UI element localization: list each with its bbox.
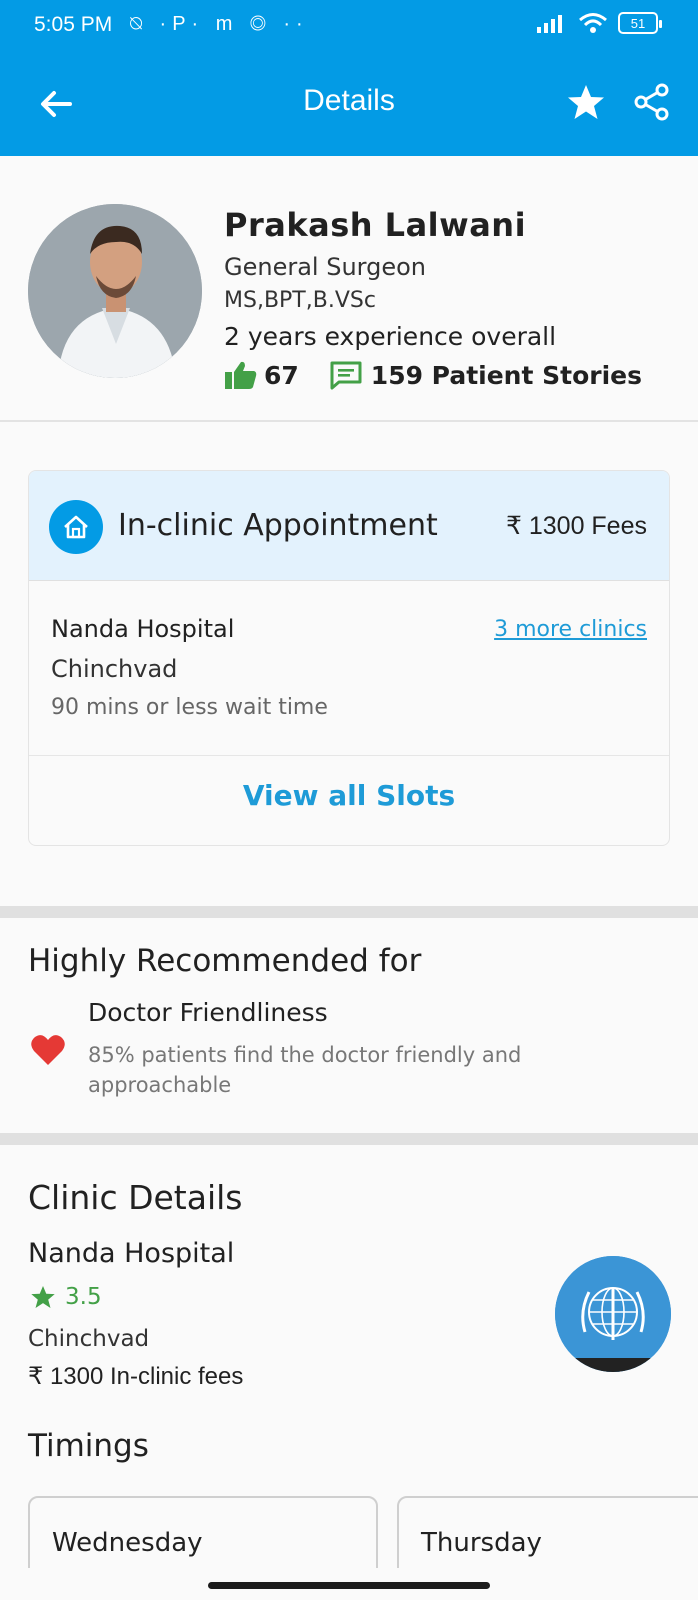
battery-icon: 51 bbox=[618, 12, 662, 34]
appointment-fee: ₹ 1300 Fees bbox=[506, 512, 647, 540]
wait-time: 90 mins or less wait time bbox=[51, 695, 328, 720]
appointment-clinic-name: Nanda Hospital bbox=[51, 615, 235, 643]
doctor-specialty: General Surgeon bbox=[224, 253, 426, 281]
clinic-details-title: Clinic Details bbox=[28, 1178, 243, 1217]
rating-star-icon bbox=[31, 1285, 55, 1309]
clinic-name: Nanda Hospital bbox=[28, 1238, 235, 1269]
appointment-card: In-clinic Appointment ₹ 1300 Fees Nanda … bbox=[28, 470, 670, 846]
view-all-slots-button[interactable]: View all Slots bbox=[29, 779, 669, 812]
recommended-title: Highly Recommended for bbox=[28, 943, 422, 979]
timing-day-label: Thursday bbox=[421, 1528, 542, 1558]
clinic-rating-value: 3.5 bbox=[65, 1284, 102, 1310]
section-divider bbox=[0, 1133, 698, 1145]
appointment-header: In-clinic Appointment ₹ 1300 Fees bbox=[29, 471, 669, 581]
patient-stories[interactable]: 159 Patient Stories bbox=[371, 361, 642, 390]
status-bar: 5:05 PM ⍉ ·P· m ◎ ·· 51 bbox=[0, 0, 698, 52]
doctor-avatar bbox=[28, 204, 202, 378]
comment-icon bbox=[330, 361, 362, 390]
timing-day-label: Wednesday bbox=[52, 1528, 203, 1558]
battery-level: 51 bbox=[630, 15, 646, 31]
system-nav-bar bbox=[0, 1568, 698, 1600]
heart-icon bbox=[31, 1035, 65, 1065]
wifi-icon bbox=[579, 13, 607, 33]
clinic-fees: ₹ 1300 In-clinic fees bbox=[28, 1363, 244, 1390]
notification-icons: ⍉ ·P· m ◎ ·· bbox=[130, 13, 309, 35]
doctor-profile: Prakash Lalwani General Surgeon MS,BPT,B… bbox=[0, 156, 698, 422]
app-bar: Details bbox=[0, 52, 698, 156]
recommended-item-description: 85% patients find the doctor friendly an… bbox=[88, 1043, 522, 1097]
more-clinics-link[interactable]: 3 more clinics bbox=[494, 617, 647, 642]
slots-divider bbox=[29, 755, 669, 756]
appointment-type: In-clinic Appointment bbox=[118, 508, 438, 543]
doctor-name: Prakash Lalwani bbox=[224, 206, 527, 244]
signal-icon bbox=[537, 15, 562, 33]
clinic-rating: 3.5 bbox=[30, 1284, 102, 1310]
doctor-stats: 67 159 Patient Stories bbox=[224, 360, 642, 390]
home-gesture-handle[interactable] bbox=[208, 1582, 490, 1589]
favorite-star-icon[interactable] bbox=[566, 82, 606, 122]
section-divider bbox=[0, 906, 698, 918]
recommended-item-title: Doctor Friendliness bbox=[88, 998, 328, 1027]
timings-title: Timings bbox=[28, 1428, 149, 1464]
doctor-qualifications: MS,BPT,B.VSc bbox=[224, 288, 376, 313]
doctor-experience: 2 years experience overall bbox=[224, 322, 557, 351]
clinic-area: Chinchvad bbox=[28, 1326, 150, 1352]
status-right: 51 bbox=[536, 12, 662, 34]
likes-count: 67 bbox=[264, 360, 299, 390]
share-icon[interactable] bbox=[632, 82, 672, 122]
status-time: 5:05 PM bbox=[34, 13, 113, 36]
home-icon bbox=[49, 500, 103, 554]
appointment-clinic-area: Chinchvad bbox=[51, 655, 178, 683]
thumbs-up-icon bbox=[225, 361, 257, 389]
clinic-logo bbox=[555, 1256, 671, 1372]
